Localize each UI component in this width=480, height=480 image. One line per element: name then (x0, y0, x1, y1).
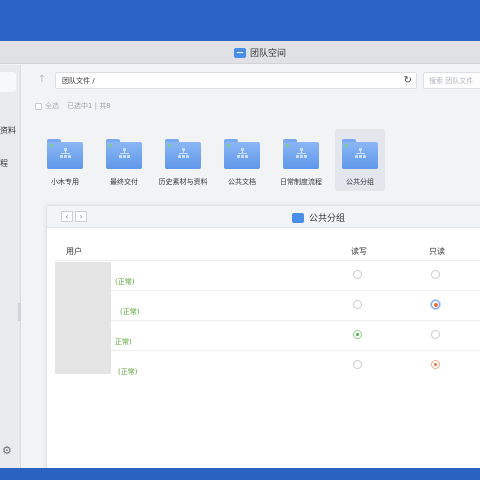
sidebar-resize-handle[interactable] (18, 303, 21, 321)
user-status: (正常) (115, 278, 135, 286)
folder-icon (283, 139, 319, 169)
chevron-left-icon[interactable]: ‹ (61, 211, 73, 222)
column-header-user: 用户 (66, 247, 82, 256)
selection-count: 已选中1 | 共8 (67, 102, 111, 110)
permissions-dialog: ‹ › 公共分组 用户 读写 只读 (正常) (正常) 正常) (正常) (46, 205, 480, 473)
folder-icon (224, 139, 260, 169)
folder-icon (165, 139, 201, 169)
sidebar: 资料 程 ⚙ (0, 65, 21, 468)
user-status: (正常) (120, 308, 140, 316)
divider (111, 350, 480, 351)
search-input[interactable]: 搜索 团队文件 (423, 72, 480, 89)
read-write-radio-selected[interactable] (353, 330, 362, 339)
folder-item[interactable]: 公共文档 (217, 129, 267, 191)
select-all-checkbox[interactable] (35, 102, 42, 110)
dialog-header[interactable]: ‹ › 公共分组 (47, 206, 480, 228)
user-status: 正常) (115, 338, 132, 346)
arrow-up-icon[interactable]: ↑ (35, 73, 49, 87)
read-write-radio[interactable] (353, 300, 362, 309)
sidebar-item-active[interactable] (0, 72, 16, 92)
desktop-background (0, 0, 480, 41)
window-titlebar[interactable]: 团队空间 (0, 41, 480, 64)
read-only-radio-selected[interactable] (431, 360, 440, 369)
folder-item[interactable]: 最终交付 (99, 129, 149, 191)
read-only-radio[interactable] (431, 330, 440, 339)
folder-grid: 小木专用 最终交付 历史素材与资料 公共文档 日常制度流程 公共分组 (0, 129, 480, 195)
user-status: (正常) (118, 368, 138, 376)
dialog-title: 公共分组 (309, 214, 346, 224)
selection-bar: 全选 已选中1 | 共8 (35, 101, 111, 111)
path-bar[interactable]: 团队文件 / ↻ (55, 72, 417, 89)
refresh-icon[interactable]: ↻ (404, 74, 412, 87)
window-title: 团队空间 (250, 49, 287, 59)
divider (55, 260, 480, 261)
read-only-radio[interactable] (431, 270, 440, 279)
folder-item[interactable]: 历史素材与资料 (158, 129, 208, 191)
divider (111, 320, 480, 321)
team-space-icon (234, 47, 246, 58)
taskbar (0, 468, 480, 480)
folder-item[interactable]: 日常制度流程 (276, 129, 326, 191)
folder-label: 公共分组 (346, 178, 374, 186)
chevron-right-icon[interactable]: › (75, 211, 87, 222)
read-write-radio[interactable] (353, 360, 362, 369)
folder-icon (292, 212, 304, 223)
folder-icon (342, 139, 378, 169)
folder-item-selected[interactable]: 公共分组 (335, 129, 385, 191)
window-title-group: 团队空间 (234, 46, 286, 59)
column-header-read-only: 只读 (429, 247, 445, 256)
folder-icon (47, 139, 83, 169)
user-avatars (55, 262, 111, 374)
divider (111, 290, 480, 291)
gear-icon[interactable]: ⚙ (2, 445, 14, 457)
read-write-radio[interactable] (353, 270, 362, 279)
path-text: 团队文件 / (62, 77, 95, 85)
column-header-read-write: 读写 (351, 247, 367, 256)
read-only-radio-selected[interactable] (431, 300, 440, 309)
dialog-title-group: 公共分组 (292, 211, 345, 224)
search-placeholder: 搜索 团队文件 (429, 77, 474, 85)
select-all-label[interactable]: 全选 (45, 101, 59, 111)
folder-icon (106, 139, 142, 169)
folder-item[interactable]: 小木专用 (40, 129, 90, 191)
